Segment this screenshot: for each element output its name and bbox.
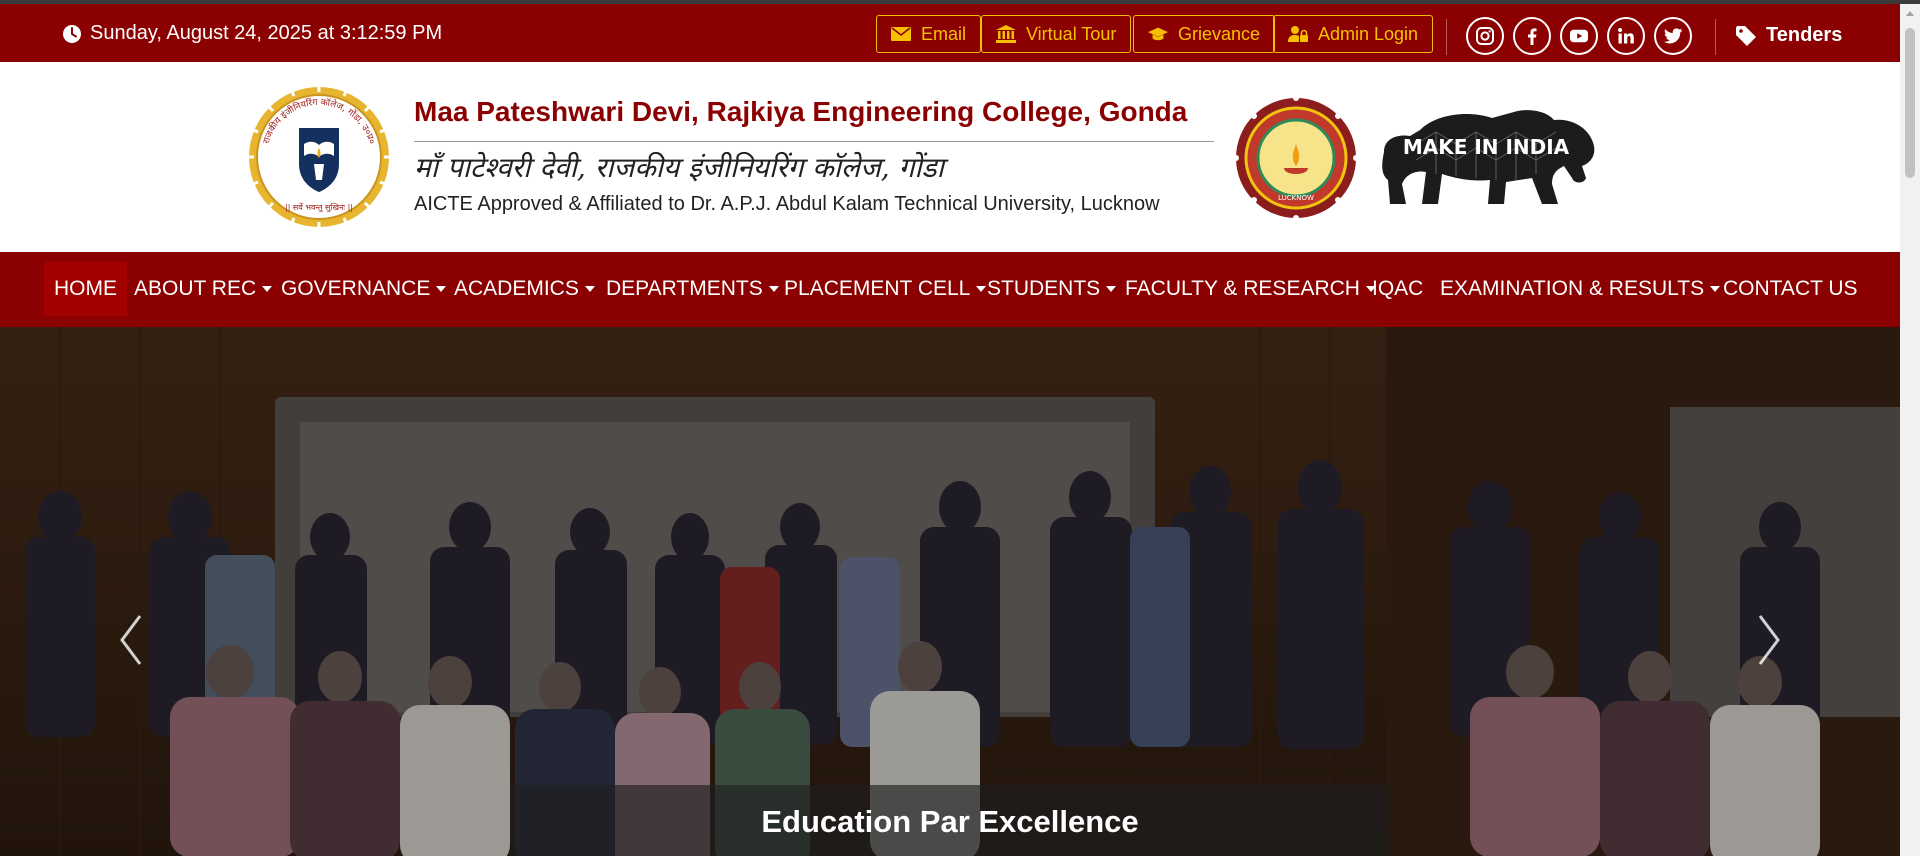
window-top-border [0, 0, 1920, 4]
nav-home[interactable]: HOME [44, 262, 127, 316]
nav-iqac[interactable]: IQAC [1362, 262, 1433, 316]
aktu-logo[interactable]: LUCKNOW [1234, 96, 1358, 220]
clock-icon [63, 24, 81, 43]
nav-placement-cell[interactable]: PLACEMENT CELL [774, 262, 996, 316]
college-seal-logo[interactable]: राजकीय इंजीनियरिंग कॉलेज, गोंडा, उ०प्र० … [246, 84, 392, 230]
title-divider [414, 141, 1214, 142]
nav-label: IQAC [1372, 277, 1424, 300]
email-button[interactable]: Email [876, 15, 982, 53]
linkedin-icon [1618, 28, 1634, 44]
make-in-india-text: MAKE IN INDIA [1403, 135, 1570, 159]
college-name-hindi: माँ पाटेश्वरी देवी, राजकीय इंजीनियरिंग क… [414, 151, 944, 184]
linkedin-link[interactable] [1607, 17, 1645, 55]
nav-governance[interactable]: GOVERNANCE [271, 262, 456, 316]
current-datetime: Sunday, August 24, 2025 at 3:12:59 PM [62, 22, 442, 45]
chevron-right-icon[interactable] [1754, 612, 1784, 668]
college-name-english: Maa Pateshwari Devi, Rajkiya Engineering… [414, 96, 1188, 127]
nav-label: HOME [54, 277, 117, 300]
main-nav: HOME ABOUT REC GOVERNANCE ACADEMICS DEPA… [0, 252, 1900, 327]
top-bar: Sunday, August 24, 2025 at 3:12:59 PM Em… [0, 4, 1900, 62]
nav-students[interactable]: STUDENTS [977, 262, 1126, 316]
nav-faculty-research[interactable]: FACULTY & RESEARCH [1115, 262, 1386, 316]
nav-label: STUDENTS [987, 277, 1101, 300]
nav-departments[interactable]: DEPARTMENTS [596, 262, 789, 316]
grievance-label: Grievance [1178, 23, 1261, 44]
nav-academics[interactable]: ACADEMICS [444, 262, 605, 316]
slide-caption: Education Par Excellence [761, 804, 1139, 839]
admin-login-button[interactable]: Admin Login [1273, 15, 1434, 53]
nav-label: EXAMINATION & RESULTS [1440, 277, 1705, 300]
twitter-icon [1664, 28, 1682, 44]
youtube-icon [1570, 29, 1588, 43]
facebook-icon [1528, 28, 1537, 45]
admin-login-label: Admin Login [1318, 23, 1419, 44]
virtual-tour-button[interactable]: Virtual Tour [981, 15, 1132, 53]
graduation-cap-icon [1148, 27, 1168, 41]
tag-icon [1736, 25, 1756, 46]
aktu-logo-text: LUCKNOW [1278, 194, 1314, 202]
divider [1446, 19, 1447, 55]
nav-examination-results[interactable]: EXAMINATION & RESULTS [1430, 262, 1730, 316]
nav-label: CONTACT US [1723, 277, 1858, 300]
seal-motto: || सर्वे भवन्तु सुखिनः || [285, 202, 353, 213]
page: Sunday, August 24, 2025 at 3:12:59 PM Em… [0, 0, 1900, 856]
instagram-link[interactable] [1466, 17, 1504, 55]
instagram-icon [1476, 27, 1494, 45]
nav-label: PLACEMENT CELL [784, 277, 971, 300]
hero-slide-image [0, 327, 1900, 856]
tenders-link[interactable]: Tenders [1736, 24, 1842, 47]
make-in-india-logo[interactable]: MAKE IN INDIA [1376, 104, 1600, 212]
caret-down-icon [584, 286, 595, 292]
scroll-thumb[interactable] [1905, 28, 1915, 178]
chevron-left-icon[interactable] [116, 612, 146, 668]
nav-label: GOVERNANCE [281, 277, 431, 300]
museum-icon [996, 25, 1016, 43]
nav-label: ABOUT REC [134, 277, 257, 300]
datetime-text: Sunday, August 24, 2025 at 3:12:59 PM [90, 22, 443, 44]
nav-contact-us[interactable]: CONTACT US [1713, 262, 1868, 316]
tenders-label: Tenders [1766, 24, 1843, 46]
email-label: Email [921, 23, 967, 44]
divider [1715, 19, 1716, 55]
nav-about-rec[interactable]: ABOUT REC [124, 262, 282, 316]
nav-label: ACADEMICS [454, 277, 579, 300]
scroll-up-arrow-icon[interactable] [1900, 4, 1920, 24]
envelope-icon [891, 27, 911, 41]
youtube-link[interactable] [1560, 17, 1598, 55]
virtual-tour-label: Virtual Tour [1026, 23, 1117, 44]
hero-carousel [0, 327, 1900, 856]
grievance-button[interactable]: Grievance [1133, 15, 1276, 53]
twitter-link[interactable] [1654, 17, 1692, 55]
affiliation-text: AICTE Approved & Affiliated to Dr. A.P.J… [414, 193, 1160, 215]
user-lock-icon [1288, 26, 1308, 42]
facebook-link[interactable] [1513, 17, 1551, 55]
nav-label: DEPARTMENTS [606, 277, 763, 300]
nav-label: FACULTY & RESEARCH [1125, 277, 1360, 300]
page-scrollbar[interactable] [1900, 4, 1920, 856]
